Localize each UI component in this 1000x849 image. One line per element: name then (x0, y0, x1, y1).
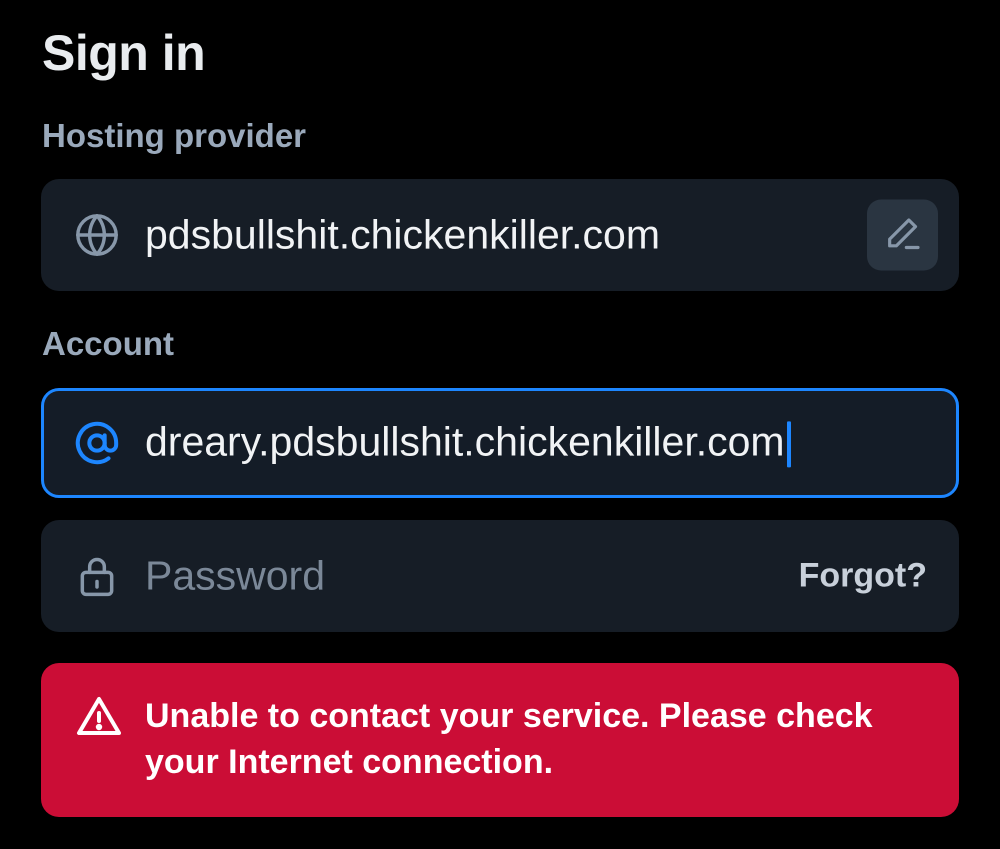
warning-icon (75, 693, 123, 741)
edit-hosting-provider-button[interactable] (867, 199, 938, 271)
password-input[interactable]: Password (145, 553, 325, 600)
pencil-icon (883, 213, 923, 258)
account-label: Account (42, 325, 174, 362)
at-sign-icon (73, 419, 121, 467)
hosting-provider-label: Hosting provider (42, 117, 307, 154)
page-title: Sign in (42, 25, 206, 81)
error-message: Unable to contact your service. Please c… (145, 697, 873, 781)
hosting-provider-value: pdsbullshit.chickenkiller.com (145, 211, 661, 258)
globe-icon (73, 211, 121, 259)
account-field[interactable]: dreary.pdsbullshit.chickenkiller.com (41, 388, 959, 498)
lock-icon (73, 552, 121, 600)
password-field[interactable]: Password Forgot? (41, 520, 959, 632)
account-value: dreary.pdsbullshit.chickenkiller.com (145, 418, 785, 465)
account-input[interactable]: dreary.pdsbullshit.chickenkiller.com (145, 418, 791, 468)
error-banner: Unable to contact your service. Please c… (41, 663, 959, 817)
text-caret (786, 421, 791, 468)
sign-in-screen: Sign in Hosting provider pdsbullshit.chi… (0, 0, 1000, 849)
forgot-password-button[interactable]: Forgot? (799, 557, 927, 596)
hosting-provider-field[interactable]: pdsbullshit.chickenkiller.com (41, 179, 959, 291)
